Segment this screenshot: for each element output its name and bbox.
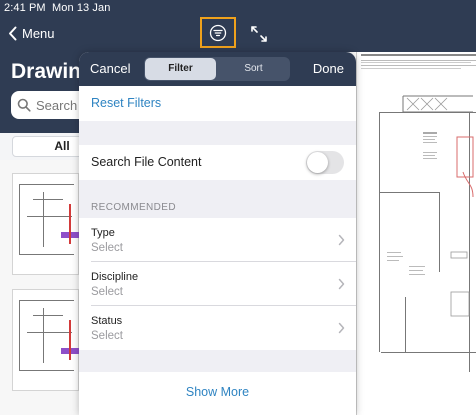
show-more-button[interactable]: Show More bbox=[79, 385, 356, 399]
chevron-right-icon bbox=[338, 278, 345, 290]
expand-arrows-icon bbox=[251, 26, 267, 42]
menu-back-button[interactable]: Menu bbox=[8, 22, 55, 44]
chevron-right-icon bbox=[338, 234, 345, 246]
search-placeholder: Search bbox=[36, 97, 78, 113]
status-date-text: Mon 13 Jan bbox=[51, 2, 111, 14]
expand-button[interactable] bbox=[249, 24, 269, 44]
menu-back-label: Menu bbox=[22, 25, 55, 41]
filter-item-type[interactable]: Type Select bbox=[79, 218, 356, 262]
recommended-filter-list: Type Select Discipline Select Status Sel… bbox=[79, 218, 356, 350]
drawing-thumbnail[interactable] bbox=[12, 173, 80, 275]
filter-lines-icon bbox=[209, 24, 227, 41]
search-file-content-label: Search File Content bbox=[91, 155, 202, 169]
status-bar-time: 2:41 PM Mon 13 Jan bbox=[4, 2, 110, 14]
filter-item-value: Select bbox=[91, 286, 123, 298]
drawing-thumbnail-list bbox=[0, 160, 80, 415]
viewer-header bbox=[238, 0, 476, 52]
reset-filters-row: Reset Filters bbox=[79, 86, 356, 121]
show-more-row: Show More bbox=[79, 372, 356, 415]
toggle-knob bbox=[307, 152, 328, 173]
search-file-content-row: Search File Content bbox=[79, 145, 356, 180]
filter-item-discipline[interactable]: Discipline Select bbox=[79, 262, 356, 306]
segment-sort-tab[interactable]: Sort bbox=[218, 58, 289, 80]
filter-item-label: Status bbox=[91, 315, 123, 327]
chevron-right-icon bbox=[338, 322, 345, 334]
search-file-content-toggle[interactable] bbox=[306, 151, 344, 174]
chevron-left-icon bbox=[9, 26, 17, 40]
filter-item-label: Discipline bbox=[91, 271, 139, 283]
magnifier-icon bbox=[17, 98, 31, 112]
filter-button[interactable] bbox=[200, 17, 236, 48]
filter-item-status[interactable]: Status Select bbox=[79, 306, 356, 350]
filter-sort-segmented-control: Filter Sort bbox=[144, 57, 290, 81]
reset-filters-button[interactable]: Reset Filters bbox=[91, 96, 161, 110]
status-time-text: 2:41 PM bbox=[4, 2, 46, 14]
drawing-sheet-graphic bbox=[361, 54, 476, 372]
recommended-section-header: RECOMMENDED bbox=[91, 202, 176, 213]
popover-header: Cancel Filter Sort Done bbox=[79, 52, 356, 86]
page-title: Drawin bbox=[11, 60, 82, 83]
filter-popover: Cancel Filter Sort Done Reset Filters Se… bbox=[79, 52, 356, 415]
segment-filter-tab[interactable]: Filter bbox=[145, 58, 216, 80]
filter-item-value: Select bbox=[91, 242, 123, 254]
cancel-button[interactable]: Cancel bbox=[90, 61, 130, 76]
filter-item-value: Select bbox=[91, 330, 123, 342]
drawing-thumbnail[interactable] bbox=[12, 289, 80, 391]
drawing-viewer[interactable] bbox=[356, 52, 476, 415]
done-button[interactable]: Done bbox=[313, 61, 344, 76]
filter-item-label: Type bbox=[91, 227, 115, 239]
